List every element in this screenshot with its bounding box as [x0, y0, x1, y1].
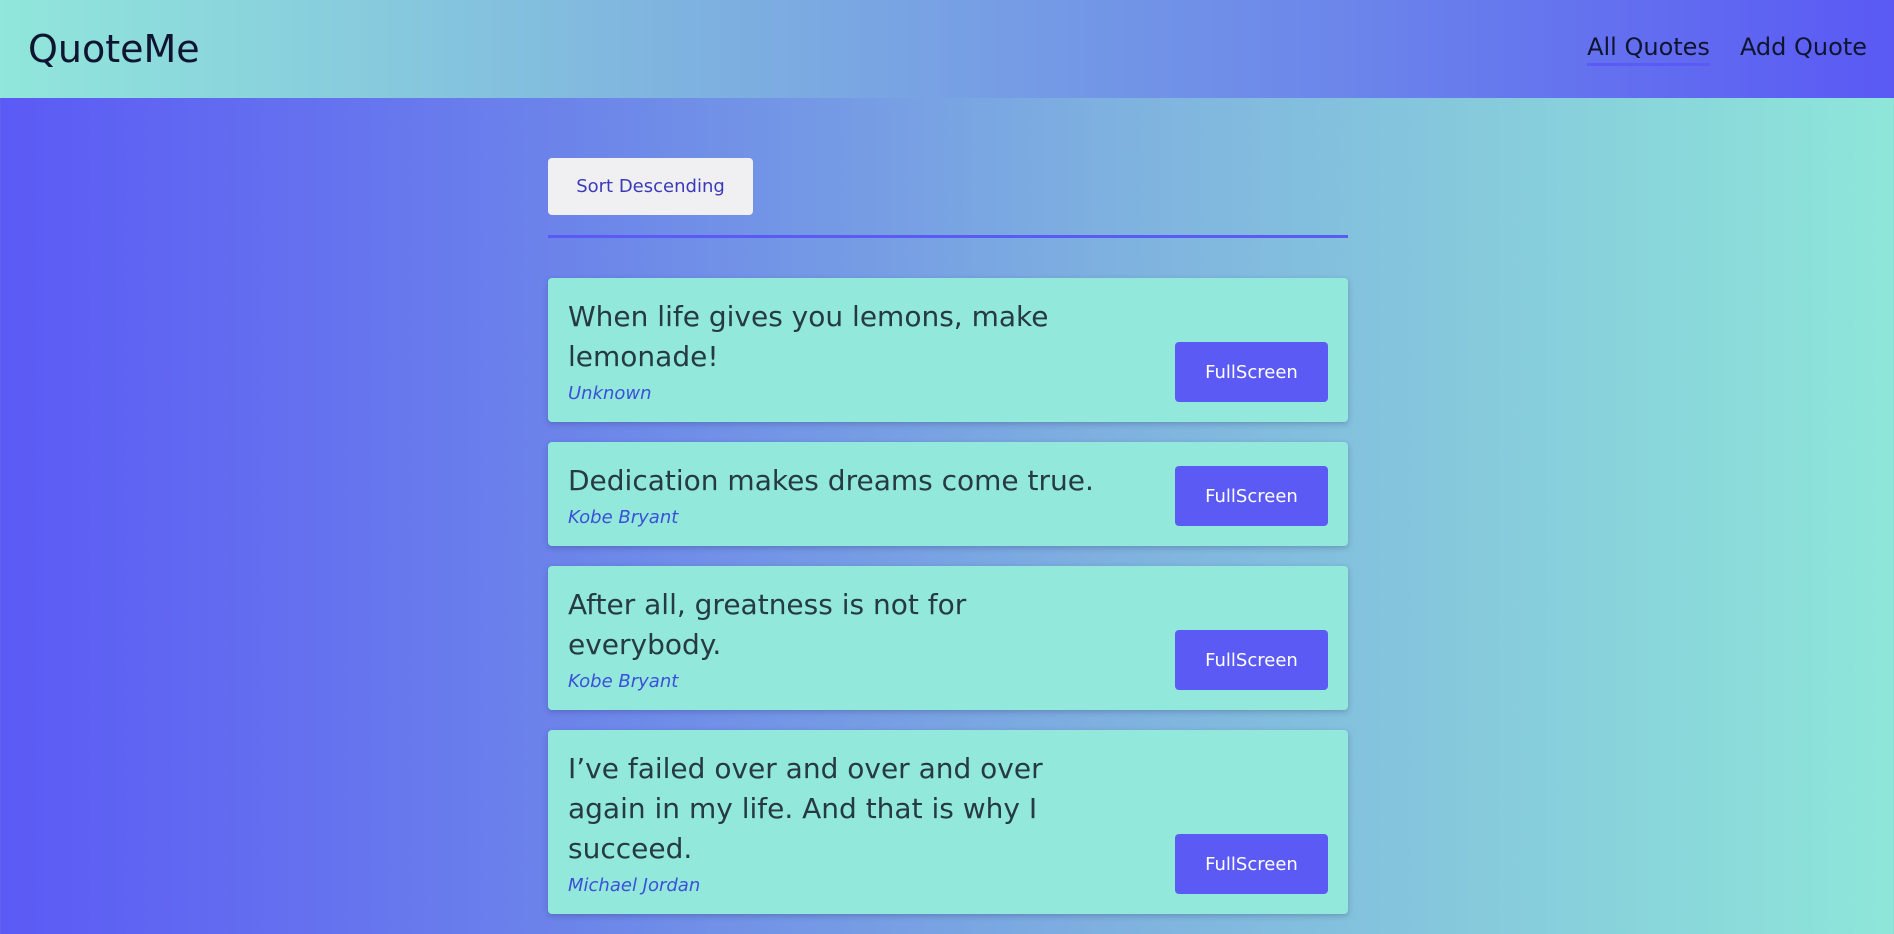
quote-text: After all, greatness is not for everybod… [568, 588, 967, 661]
quote-text: I’ve failed over and over and over again… [568, 752, 1043, 865]
quote-text: When life gives you lemons, make lemonad… [568, 300, 1049, 373]
quote-card: Dedication makes dreams come true. Kobe … [548, 442, 1348, 546]
quote-content: I’ve failed over and over and over again… [568, 749, 1113, 896]
quote-card: I’ve failed over and over and over again… [548, 730, 1348, 914]
nav-all-quotes[interactable]: All Quotes [1587, 33, 1710, 66]
fullscreen-button[interactable]: FullScreen [1175, 466, 1328, 526]
quote-text: Dedication makes dreams come true. [568, 464, 1094, 497]
sort-button[interactable]: Sort Descending [548, 158, 753, 215]
header: QuoteMe All Quotes Add Quote [0, 0, 1894, 98]
quote-author: Kobe Bryant [568, 507, 679, 528]
fullscreen-button[interactable]: FullScreen [1175, 342, 1328, 402]
quote-author: Kobe Bryant [568, 671, 679, 692]
main-nav: All Quotes Add Quote [1587, 33, 1867, 66]
quote-author: Unknown [568, 383, 652, 404]
quote-card: When life gives you lemons, make lemonad… [548, 278, 1348, 422]
quote-content: After all, greatness is not for everybod… [568, 585, 1113, 692]
quote-list: When life gives you lemons, make lemonad… [548, 278, 1348, 914]
fullscreen-button[interactable]: FullScreen [1175, 630, 1328, 690]
fullscreen-button[interactable]: FullScreen [1175, 834, 1328, 894]
nav-add-quote[interactable]: Add Quote [1740, 33, 1867, 66]
quote-content: When life gives you lemons, make lemonad… [568, 297, 1113, 404]
main-content: Sort Descending When life gives you lemo… [548, 158, 1348, 934]
quote-content: Dedication makes dreams come true. Kobe … [568, 461, 1113, 528]
app-logo[interactable]: QuoteMe [28, 27, 200, 71]
divider [548, 235, 1348, 238]
quote-card: After all, greatness is not for everybod… [548, 566, 1348, 710]
